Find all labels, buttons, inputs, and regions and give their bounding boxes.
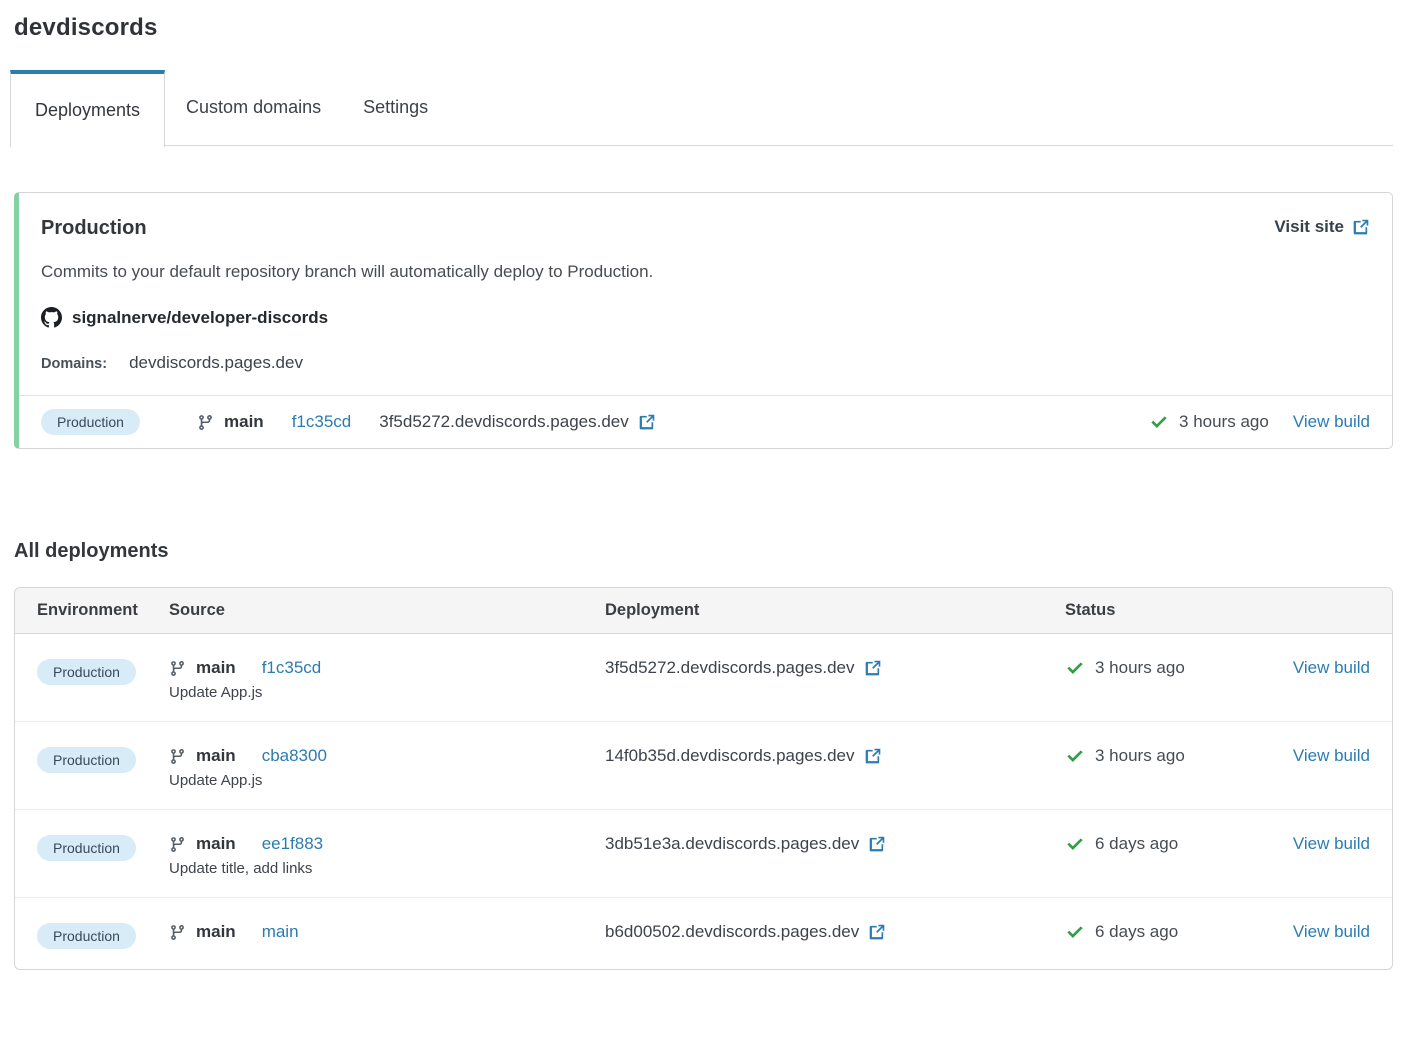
visit-site-label: Visit site: [1274, 217, 1344, 237]
branch-name: main: [196, 834, 236, 854]
external-link-icon: [1352, 218, 1370, 236]
tab-settings[interactable]: Settings: [342, 70, 449, 145]
all-deployments-title: All deployments: [14, 540, 1393, 563]
status-time: 3 hours ago: [1095, 658, 1185, 678]
repo-name: signalnerve/developer-discords: [72, 308, 328, 328]
view-build-link[interactable]: View build: [1293, 746, 1370, 765]
commit-link[interactable]: cba8300: [262, 746, 327, 766]
git-branch-icon: [197, 414, 214, 431]
status-time: 3 hours ago: [1179, 412, 1269, 432]
deployment-url: 3db51e3a.devdiscords.pages.dev: [605, 834, 859, 854]
view-build-link[interactable]: View build: [1293, 922, 1370, 941]
check-icon: [1065, 746, 1085, 766]
latest-deployment-row: Production main f1c35cd 3f5d5272.devdisc…: [19, 395, 1392, 448]
deployments-rows: Production main f1c35cd Update App.js 3f…: [15, 634, 1392, 969]
branch-name: main: [196, 922, 236, 942]
table-header: Environment Source Deployment Status: [15, 588, 1392, 634]
tab-label: Settings: [363, 97, 428, 118]
deployment-url: 3f5d5272.devdiscords.pages.dev: [605, 658, 855, 678]
check-icon: [1065, 834, 1085, 854]
deployment-url: b6d00502.devdiscords.pages.dev: [605, 922, 859, 942]
tab-label: Custom domains: [186, 97, 321, 118]
git-branch-icon: [169, 836, 186, 853]
table-row: Production main f1c35cd Update App.js 3f…: [15, 634, 1392, 722]
domains-value: devdiscords.pages.dev: [129, 353, 303, 373]
status-time: 6 days ago: [1095, 922, 1178, 942]
git-branch-icon: [169, 748, 186, 765]
external-link-icon[interactable]: [864, 747, 882, 765]
column-header-source: Source: [169, 601, 605, 620]
git-branch-icon: [169, 660, 186, 677]
production-card: Production Visit site Commits to your de…: [14, 192, 1393, 449]
view-build-link[interactable]: View build: [1293, 834, 1370, 853]
production-card-description: Commits to your default repository branc…: [41, 262, 1370, 282]
check-icon: [1065, 922, 1085, 942]
external-link-icon[interactable]: [868, 835, 886, 853]
repo-link[interactable]: signalnerve/developer-discords: [41, 307, 1370, 328]
deployment-url: 3f5d5272.devdiscords.pages.dev: [379, 412, 629, 432]
branch-name: main: [196, 658, 236, 678]
status-time: 6 days ago: [1095, 834, 1178, 854]
commit-message: Update App.js: [169, 772, 605, 789]
column-header-environment: Environment: [37, 601, 169, 620]
environment-badge: Production: [37, 659, 136, 685]
tab-custom-domains[interactable]: Custom domains: [165, 70, 342, 145]
table-row: Production main main b6d00502.devdiscord…: [15, 898, 1392, 969]
commit-link[interactable]: f1c35cd: [292, 412, 352, 432]
commit-link[interactable]: main: [262, 922, 299, 942]
production-card-title: Production: [41, 217, 147, 240]
commit-link[interactable]: ee1f883: [262, 834, 323, 854]
status-time: 3 hours ago: [1095, 746, 1185, 766]
page-title: devdiscords: [14, 14, 1393, 42]
pages-project-page: devdiscords Deployments Custom domains S…: [0, 0, 1413, 970]
external-link-icon[interactable]: [868, 923, 886, 941]
visit-site-link[interactable]: Visit site: [1274, 217, 1370, 237]
environment-badge: Production: [37, 923, 136, 949]
git-branch-icon: [169, 924, 186, 941]
environment-badge: Production: [37, 835, 136, 861]
commit-message: Update title, add links: [169, 860, 605, 877]
view-build-link[interactable]: View build: [1293, 412, 1370, 432]
column-header-deployment: Deployment: [605, 601, 1065, 620]
check-icon: [1065, 658, 1085, 678]
environment-badge: Production: [37, 747, 136, 773]
external-link-icon[interactable]: [864, 659, 882, 677]
column-header-status: Status: [1065, 601, 1275, 620]
commit-message: Update App.js: [169, 684, 605, 701]
tab-label: Deployments: [35, 100, 140, 121]
tab-deployments[interactable]: Deployments: [10, 70, 165, 147]
commit-link[interactable]: f1c35cd: [262, 658, 322, 678]
table-row: Production main cba8300 Update App.js 14…: [15, 722, 1392, 810]
github-icon: [41, 307, 62, 328]
branch-name: main: [196, 746, 236, 766]
deployments-table: Environment Source Deployment Status Pro…: [14, 587, 1393, 970]
table-row: Production main ee1f883 Update title, ad…: [15, 810, 1392, 898]
branch-name: main: [224, 412, 264, 432]
environment-badge: Production: [41, 409, 140, 435]
view-build-link[interactable]: View build: [1293, 658, 1370, 677]
tab-bar: Deployments Custom domains Settings: [10, 70, 1393, 146]
domains-label: Domains:: [41, 356, 107, 372]
check-icon: [1149, 412, 1169, 432]
deployment-url: 14f0b35d.devdiscords.pages.dev: [605, 746, 855, 766]
external-link-icon[interactable]: [638, 413, 656, 431]
